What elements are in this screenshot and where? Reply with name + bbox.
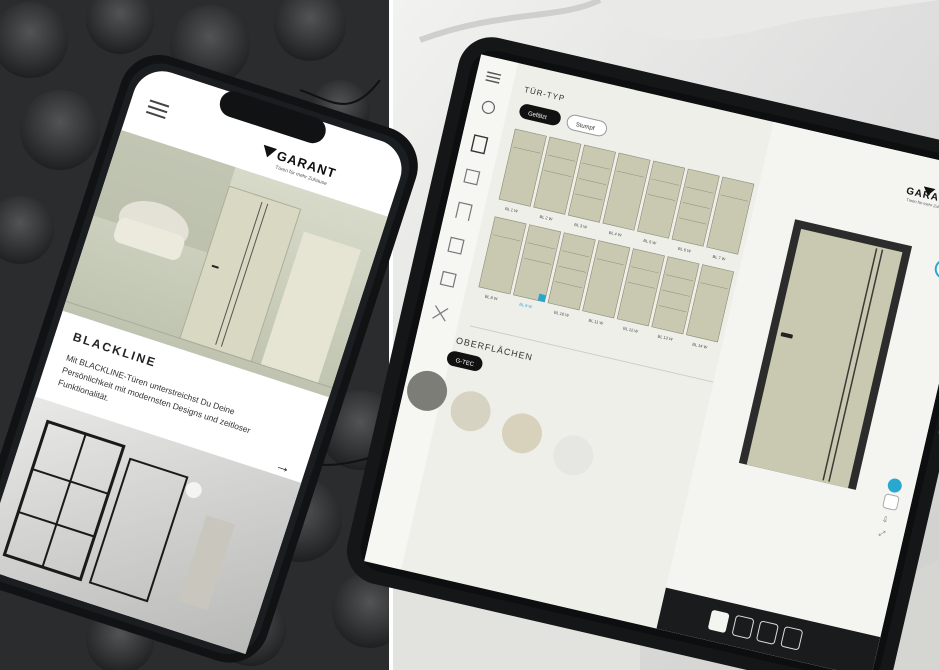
view-toggle-icon[interactable] xyxy=(882,493,900,511)
scene: GARANT Türen für mehr Zuhause BLACKLINE … xyxy=(0,0,939,670)
